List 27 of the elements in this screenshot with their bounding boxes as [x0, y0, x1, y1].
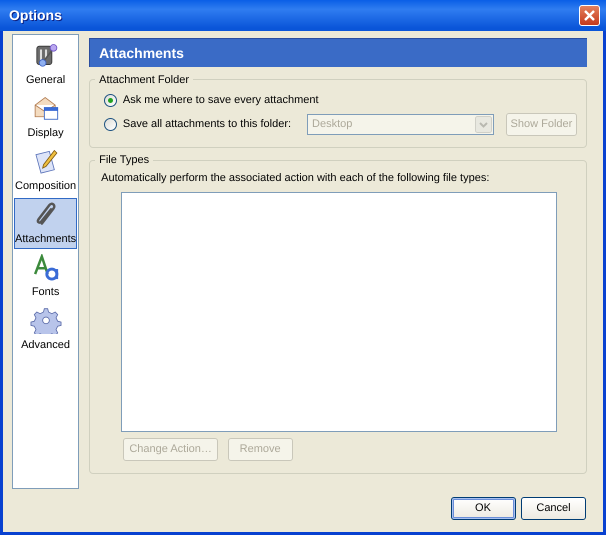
sidebar-item[interactable]: Fonts — [14, 251, 78, 302]
close-icon — [583, 9, 596, 22]
sidebar-label: Composition — [15, 178, 76, 194]
sidebar-label: General — [26, 72, 66, 88]
radio-label: Save all attachments to this folder: — [122, 117, 292, 132]
radio-button[interactable] — [104, 94, 117, 107]
sidebar-item[interactable]: Composition — [14, 145, 78, 196]
panel-title: Attachments — [89, 38, 588, 67]
group-legend: File Types — [95, 153, 154, 167]
sidebar-item[interactable]: General — [14, 39, 78, 90]
sidebar-label: Attachments — [15, 232, 76, 246]
sidebar-label: Advanced — [21, 338, 70, 352]
sidebar-label: Display — [28, 126, 64, 140]
close-button[interactable] — [579, 5, 600, 26]
cancel-button[interactable]: Cancel — [521, 497, 586, 520]
ok-button[interactable]: OK — [450, 497, 516, 520]
sidebar-item[interactable]: Display — [14, 92, 78, 143]
sidebar-item[interactable]: Advanced — [14, 304, 78, 355]
gear-icon — [30, 307, 62, 334]
description-text: Automatically perform the associated action with each of the following file types: — [101, 170, 490, 186]
group-legend: Attachment Folder — [95, 72, 194, 86]
window-title: Options — [9, 6, 62, 25]
sidebar-label: Fonts — [32, 284, 60, 300]
dropdown-value: Desktop — [312, 117, 352, 132]
radio-label: Ask me where to save every attachment — [122, 93, 319, 108]
radio-button[interactable] — [104, 118, 117, 131]
sidebar-item[interactable]: Attachments — [14, 198, 78, 249]
